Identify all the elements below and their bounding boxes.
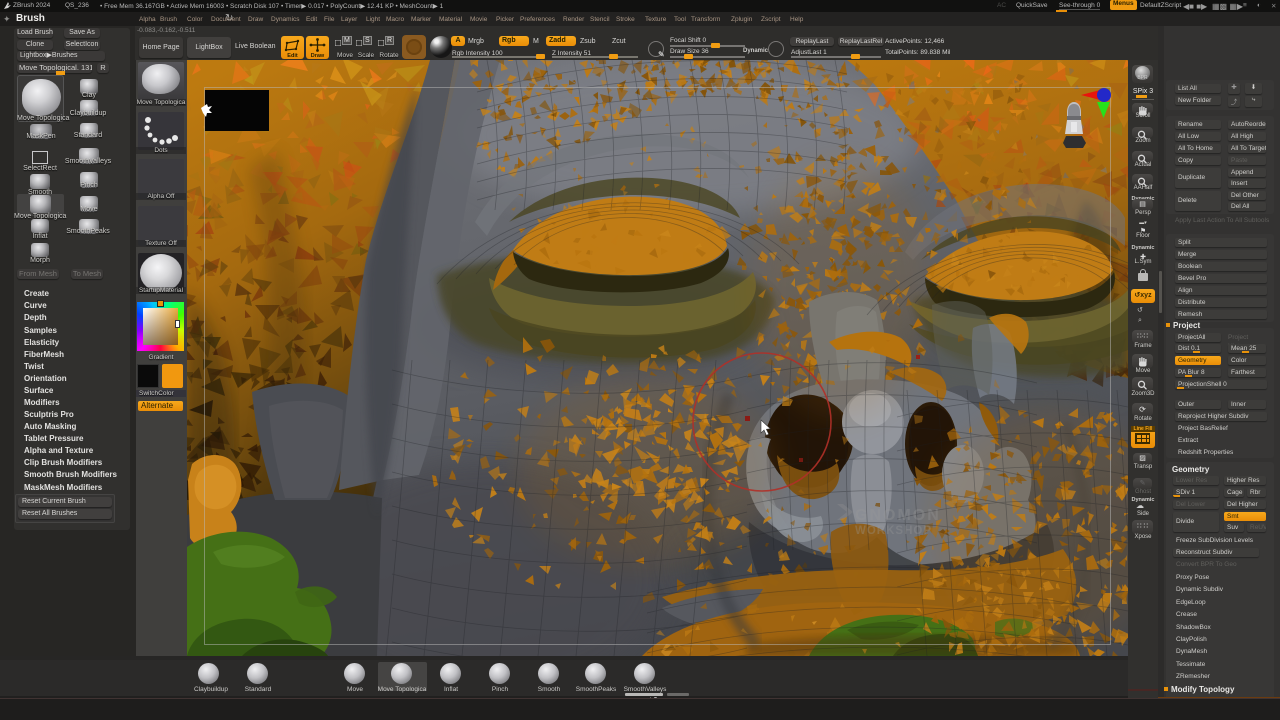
svg-text:WORKSHOP: WORKSHOP: [855, 525, 932, 537]
svg-text:Edit: Edit: [287, 53, 298, 59]
svg-text:Draw: Draw: [311, 53, 325, 59]
svg-text:GNOMON: GNOMON: [855, 507, 941, 524]
